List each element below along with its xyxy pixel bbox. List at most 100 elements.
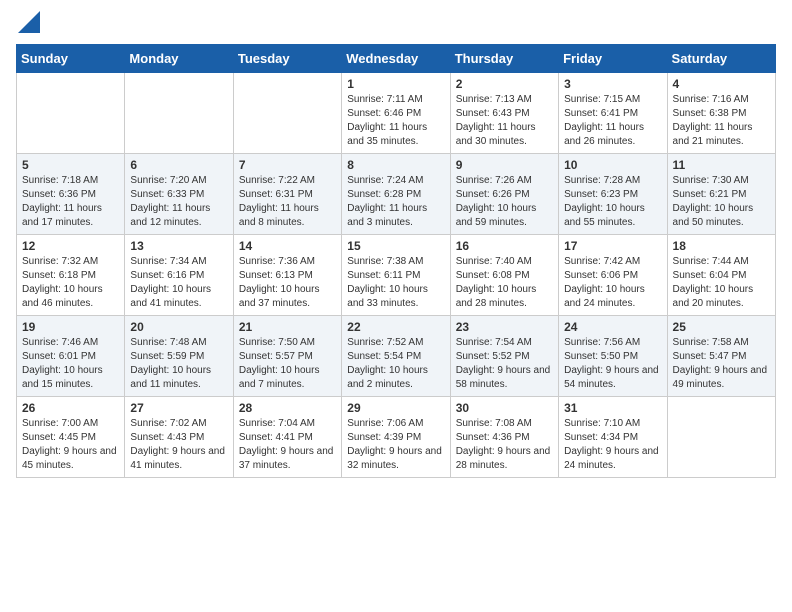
day-number: 30 bbox=[456, 401, 553, 415]
calendar-cell bbox=[233, 72, 341, 153]
calendar-table: SundayMondayTuesdayWednesdayThursdayFrid… bbox=[16, 44, 776, 478]
weekday-header-row: SundayMondayTuesdayWednesdayThursdayFrid… bbox=[17, 44, 776, 72]
calendar-cell: 14 Sunrise: 7:36 AM Sunset: 6:13 PM Dayli… bbox=[233, 234, 341, 315]
page-header bbox=[16, 16, 776, 36]
day-info: Sunrise: 7:26 AM Sunset: 6:26 PM Dayligh… bbox=[456, 174, 553, 230]
day-info: Sunrise: 7:22 AM Sunset: 6:31 PM Dayligh… bbox=[239, 174, 336, 230]
day-number: 29 bbox=[347, 401, 444, 415]
day-info: Sunrise: 7:38 AM Sunset: 6:11 PM Dayligh… bbox=[347, 255, 444, 311]
day-number: 20 bbox=[130, 320, 227, 334]
day-info: Sunrise: 7:56 AM Sunset: 5:50 PM Dayligh… bbox=[564, 336, 661, 392]
calendar-week-row: 1 Sunrise: 7:11 AM Sunset: 6:46 PM Daylig… bbox=[17, 72, 776, 153]
day-number: 24 bbox=[564, 320, 661, 334]
day-number: 22 bbox=[347, 320, 444, 334]
calendar-cell: 10Sunrise: 7:28 AM Sunset: 6:23 PM Dayli… bbox=[559, 153, 667, 234]
day-number: 25 bbox=[673, 320, 770, 334]
calendar-cell: 2 Sunrise: 7:13 AM Sunset: 6:43 PM Daylig… bbox=[450, 72, 558, 153]
day-info: Sunrise: 7:16 AM Sunset: 6:38 PM Dayligh… bbox=[673, 93, 770, 149]
calendar-cell: 19 Sunrise: 7:46 AM Sunset: 6:01 PM Dayli… bbox=[17, 315, 125, 396]
calendar-cell: 27Sunrise: 7:02 AM Sunset: 4:43 PM Dayli… bbox=[125, 396, 233, 477]
day-number: 17 bbox=[564, 239, 661, 253]
weekday-header-cell: Wednesday bbox=[342, 44, 450, 72]
day-info: Sunrise: 7:24 AM Sunset: 6:28 PM Dayligh… bbox=[347, 174, 444, 230]
calendar-cell: 5 Sunrise: 7:18 AM Sunset: 6:36 PM Daylig… bbox=[17, 153, 125, 234]
day-info: Sunrise: 7:36 AM Sunset: 6:13 PM Dayligh… bbox=[239, 255, 336, 311]
day-number: 19 bbox=[22, 320, 119, 334]
day-info: Sunrise: 7:15 AM Sunset: 6:41 PM Dayligh… bbox=[564, 93, 661, 149]
calendar-week-row: 19 Sunrise: 7:46 AM Sunset: 6:01 PM Dayli… bbox=[17, 315, 776, 396]
day-number: 14 bbox=[239, 239, 336, 253]
calendar-cell: 21 Sunrise: 7:50 AM Sunset: 5:57 PM Dayli… bbox=[233, 315, 341, 396]
calendar-cell: 17 Sunrise: 7:42 AM Sunset: 6:06 PM Dayli… bbox=[559, 234, 667, 315]
calendar-cell bbox=[125, 72, 233, 153]
calendar-cell bbox=[667, 396, 775, 477]
calendar-cell: 13 Sunrise: 7:34 AM Sunset: 6:16 PM Dayli… bbox=[125, 234, 233, 315]
day-number: 3 bbox=[564, 77, 661, 91]
calendar-cell: 22 Sunrise: 7:52 AM Sunset: 5:54 PM Dayli… bbox=[342, 315, 450, 396]
calendar-cell: 4 Sunrise: 7:16 AM Sunset: 6:38 PM Daylig… bbox=[667, 72, 775, 153]
day-number: 2 bbox=[456, 77, 553, 91]
day-info: Sunrise: 7:42 AM Sunset: 6:06 PM Dayligh… bbox=[564, 255, 661, 311]
calendar-cell: 18Sunrise: 7:44 AM Sunset: 6:04 PM Dayli… bbox=[667, 234, 775, 315]
day-info: Sunrise: 7:20 AM Sunset: 6:33 PM Dayligh… bbox=[130, 174, 227, 230]
day-info: Sunrise: 7:44 AM Sunset: 6:04 PM Dayligh… bbox=[673, 255, 770, 311]
weekday-header-cell: Tuesday bbox=[233, 44, 341, 72]
day-info: Sunrise: 7:40 AM Sunset: 6:08 PM Dayligh… bbox=[456, 255, 553, 311]
day-info: Sunrise: 7:28 AM Sunset: 6:23 PM Dayligh… bbox=[564, 174, 661, 230]
day-number: 28 bbox=[239, 401, 336, 415]
day-number: 21 bbox=[239, 320, 336, 334]
calendar-cell: 15 Sunrise: 7:38 AM Sunset: 6:11 PM Dayli… bbox=[342, 234, 450, 315]
day-info: Sunrise: 7:00 AM Sunset: 4:45 PM Dayligh… bbox=[22, 417, 119, 473]
day-number: 31 bbox=[564, 401, 661, 415]
calendar-cell: 28 Sunrise: 7:04 AM Sunset: 4:41 PM Dayli… bbox=[233, 396, 341, 477]
calendar-cell: 6 Sunrise: 7:20 AM Sunset: 6:33 PM Daylig… bbox=[125, 153, 233, 234]
day-number: 26 bbox=[22, 401, 119, 415]
weekday-header-cell: Monday bbox=[125, 44, 233, 72]
calendar-cell: 25 Sunrise: 7:58 AM Sunset: 5:47 PM Dayli… bbox=[667, 315, 775, 396]
calendar-week-row: 26 Sunrise: 7:00 AM Sunset: 4:45 PM Dayli… bbox=[17, 396, 776, 477]
day-info: Sunrise: 7:08 AM Sunset: 4:36 PM Dayligh… bbox=[456, 417, 553, 473]
day-number: 1 bbox=[347, 77, 444, 91]
day-number: 7 bbox=[239, 158, 336, 172]
calendar-cell: 23Sunrise: 7:54 AM Sunset: 5:52 PM Dayli… bbox=[450, 315, 558, 396]
day-info: Sunrise: 7:06 AM Sunset: 4:39 PM Dayligh… bbox=[347, 417, 444, 473]
day-number: 8 bbox=[347, 158, 444, 172]
day-number: 12 bbox=[22, 239, 119, 253]
day-info: Sunrise: 7:13 AM Sunset: 6:43 PM Dayligh… bbox=[456, 93, 553, 149]
calendar-cell: 16 Sunrise: 7:40 AM Sunset: 6:08 PM Dayli… bbox=[450, 234, 558, 315]
logo-icon bbox=[18, 11, 40, 33]
calendar-cell: 31Sunrise: 7:10 AM Sunset: 4:34 PM Dayli… bbox=[559, 396, 667, 477]
calendar-cell: 7 Sunrise: 7:22 AM Sunset: 6:31 PM Daylig… bbox=[233, 153, 341, 234]
day-info: Sunrise: 7:48 AM Sunset: 5:59 PM Dayligh… bbox=[130, 336, 227, 392]
calendar-cell: 20 Sunrise: 7:48 AM Sunset: 5:59 PM Dayli… bbox=[125, 315, 233, 396]
day-number: 15 bbox=[347, 239, 444, 253]
day-number: 4 bbox=[673, 77, 770, 91]
calendar-cell bbox=[17, 72, 125, 153]
calendar-cell: 12Sunrise: 7:32 AM Sunset: 6:18 PM Dayli… bbox=[17, 234, 125, 315]
day-info: Sunrise: 7:18 AM Sunset: 6:36 PM Dayligh… bbox=[22, 174, 119, 230]
day-info: Sunrise: 7:52 AM Sunset: 5:54 PM Dayligh… bbox=[347, 336, 444, 392]
day-number: 5 bbox=[22, 158, 119, 172]
day-number: 11 bbox=[673, 158, 770, 172]
calendar-body: 1 Sunrise: 7:11 AM Sunset: 6:46 PM Daylig… bbox=[17, 72, 776, 477]
weekday-header-cell: Thursday bbox=[450, 44, 558, 72]
calendar-cell: 26 Sunrise: 7:00 AM Sunset: 4:45 PM Dayli… bbox=[17, 396, 125, 477]
calendar-cell: 24 Sunrise: 7:56 AM Sunset: 5:50 PM Dayli… bbox=[559, 315, 667, 396]
day-info: Sunrise: 7:50 AM Sunset: 5:57 PM Dayligh… bbox=[239, 336, 336, 392]
day-info: Sunrise: 7:46 AM Sunset: 6:01 PM Dayligh… bbox=[22, 336, 119, 392]
day-info: Sunrise: 7:58 AM Sunset: 5:47 PM Dayligh… bbox=[673, 336, 770, 392]
logo bbox=[16, 16, 40, 36]
calendar-cell: 3 Sunrise: 7:15 AM Sunset: 6:41 PM Daylig… bbox=[559, 72, 667, 153]
day-info: Sunrise: 7:04 AM Sunset: 4:41 PM Dayligh… bbox=[239, 417, 336, 473]
day-number: 16 bbox=[456, 239, 553, 253]
calendar-cell: 30 Sunrise: 7:08 AM Sunset: 4:36 PM Dayli… bbox=[450, 396, 558, 477]
day-info: Sunrise: 7:11 AM Sunset: 6:46 PM Dayligh… bbox=[347, 93, 444, 149]
calendar-week-row: 12Sunrise: 7:32 AM Sunset: 6:18 PM Dayli… bbox=[17, 234, 776, 315]
day-info: Sunrise: 7:34 AM Sunset: 6:16 PM Dayligh… bbox=[130, 255, 227, 311]
day-number: 9 bbox=[456, 158, 553, 172]
day-number: 23 bbox=[456, 320, 553, 334]
day-number: 6 bbox=[130, 158, 227, 172]
calendar-cell: 29 Sunrise: 7:06 AM Sunset: 4:39 PM Dayli… bbox=[342, 396, 450, 477]
weekday-header-cell: Sunday bbox=[17, 44, 125, 72]
day-number: 13 bbox=[130, 239, 227, 253]
